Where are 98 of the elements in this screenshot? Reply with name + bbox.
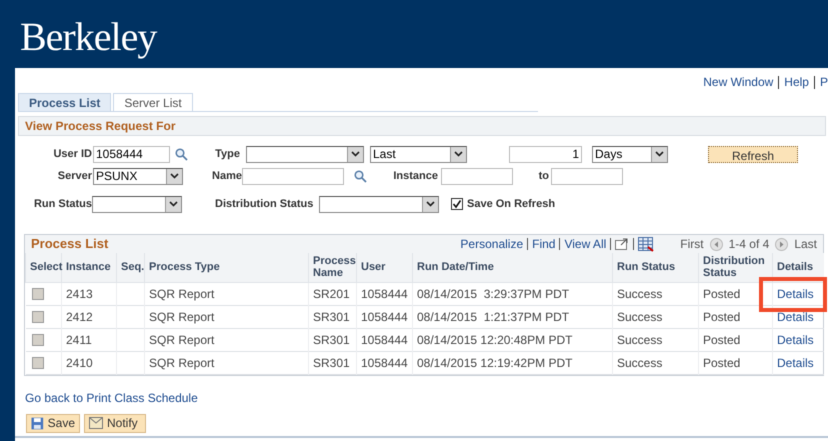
field-label: User ID — [52, 146, 92, 162]
table-cell: SR201 — [308, 282, 356, 305]
grid-link[interactable]: View All — [564, 235, 606, 253]
table-cell: SR301 — [308, 328, 356, 351]
input-field[interactable]: 1058444 — [93, 146, 170, 162]
grid-link[interactable]: Personalize — [460, 235, 524, 253]
column-header: Select — [26, 253, 62, 282]
header-link[interactable]: New Window — [703, 73, 774, 91]
table-cell: SR301 — [308, 305, 356, 328]
chevron-down-icon — [351, 151, 360, 157]
table-cell: Posted — [698, 351, 772, 374]
checkbox[interactable] — [32, 356, 44, 368]
grid-title: Process List — [31, 235, 108, 254]
envelope-icon — [89, 417, 103, 429]
input-field[interactable] — [441, 168, 513, 184]
table-cell: SQR Report — [144, 351, 308, 374]
details-link[interactable]: Details — [777, 356, 814, 370]
chevron-down-icon — [655, 151, 664, 157]
table-cell: Success — [612, 351, 698, 374]
pager-label: Last — [794, 236, 818, 253]
column-header: Instance — [62, 253, 116, 282]
table-cell: 2412 — [62, 305, 116, 328]
pager-label: First — [680, 236, 704, 253]
field-label: Distribution Status — [215, 196, 313, 212]
table-cell: SQR Report — [144, 282, 308, 305]
input-field[interactable]: 1 — [509, 146, 582, 162]
back-link[interactable]: Go back to Print Class Schedule — [25, 388, 198, 406]
next-icon[interactable] — [775, 238, 788, 250]
header-link[interactable]: P — [820, 73, 828, 91]
table-cell: 2413 — [62, 282, 116, 305]
column-header: Process Name — [308, 253, 356, 282]
berkeley-logo: Berkeley — [20, 17, 156, 57]
checkbox[interactable] — [451, 198, 463, 210]
field-label: to — [538, 168, 549, 184]
dropdown[interactable] — [92, 196, 182, 212]
dropdown[interactable]: Days — [592, 146, 668, 162]
toolbar-button[interactable]: Notify — [84, 414, 146, 432]
previous-icon[interactable] — [710, 238, 723, 250]
spreadsheet-icon[interactable] — [638, 236, 654, 252]
column-header: Run Status — [612, 253, 698, 282]
table-cell: 1058444 — [356, 351, 412, 374]
chevron-down-icon — [426, 201, 435, 207]
tab[interactable]: Process List — [18, 93, 112, 111]
dropdown[interactable] — [246, 146, 364, 162]
table-cell: Posted — [698, 328, 772, 351]
chevron-down-icon — [454, 151, 463, 157]
checkbox[interactable] — [32, 310, 44, 322]
search-icon[interactable] — [354, 170, 367, 182]
dropdown[interactable]: Last — [370, 146, 467, 162]
grid-link[interactable]: Find — [532, 235, 556, 253]
toolbar-button[interactable]: Save — [26, 414, 80, 432]
table-cell: 1058444 — [356, 282, 412, 305]
field-label: Type — [214, 146, 240, 162]
chevron-down-icon — [169, 201, 178, 207]
table-cell: 08/14/2015 3:29:37PM PDT — [412, 282, 612, 305]
column-header: User — [356, 253, 412, 282]
search-icon[interactable] — [175, 148, 188, 160]
column-header: Run Date/Time — [412, 253, 612, 282]
refresh-button[interactable]: Refresh — [708, 146, 798, 162]
table-cell: Success — [612, 305, 698, 328]
details-link[interactable]: Details — [777, 286, 814, 300]
table-cell: Posted — [698, 305, 772, 328]
dropdown[interactable]: PSUNX — [93, 168, 183, 184]
column-header: Details — [772, 253, 824, 282]
table-cell: 2410 — [62, 351, 116, 374]
checkbox[interactable] — [32, 334, 44, 346]
table-cell: 1058444 — [356, 305, 412, 328]
table-cell: Success — [612, 328, 698, 351]
column-header: Process Type — [144, 253, 308, 282]
field-label: Instance — [392, 168, 438, 184]
field-label: Run Status — [33, 196, 92, 212]
table-cell: 08/14/2015 1:21:37PM PDT — [412, 305, 612, 328]
table-cell: SQR Report — [144, 328, 308, 351]
column-header: Distribution Status — [698, 253, 772, 282]
table-cell: Success — [612, 282, 698, 305]
table-cell: 08/14/2015 12:19:42PM PDT — [412, 351, 612, 374]
dropdown[interactable] — [319, 196, 439, 212]
tab[interactable]: Server List — [113, 93, 193, 111]
field-label: Name — [211, 168, 242, 184]
chevron-down-icon — [170, 173, 179, 179]
pager-range: 1-4 of 4 — [728, 236, 770, 253]
details-link[interactable]: Details — [777, 310, 814, 324]
column-header: Seq. — [116, 253, 144, 282]
table-cell: 08/14/2015 12:20:48PM PDT — [412, 328, 612, 351]
table-cell: SQR Report — [144, 305, 308, 328]
details-link[interactable]: Details — [777, 332, 814, 346]
checkbox-label: Save On Refresh — [467, 196, 556, 212]
table-cell: 2411 — [62, 328, 116, 351]
field-label: Server — [56, 168, 92, 184]
section-title: View Process Request For — [25, 118, 176, 135]
zoom-window-icon[interactable] — [615, 238, 630, 250]
table-cell: Posted — [698, 282, 772, 305]
input-field[interactable] — [242, 168, 344, 184]
checkbox[interactable] — [32, 288, 44, 300]
table-cell: SR301 — [308, 351, 356, 374]
table-cell: 1058444 — [356, 328, 412, 351]
input-field[interactable] — [551, 168, 623, 184]
header-link[interactable]: Help — [784, 73, 809, 91]
